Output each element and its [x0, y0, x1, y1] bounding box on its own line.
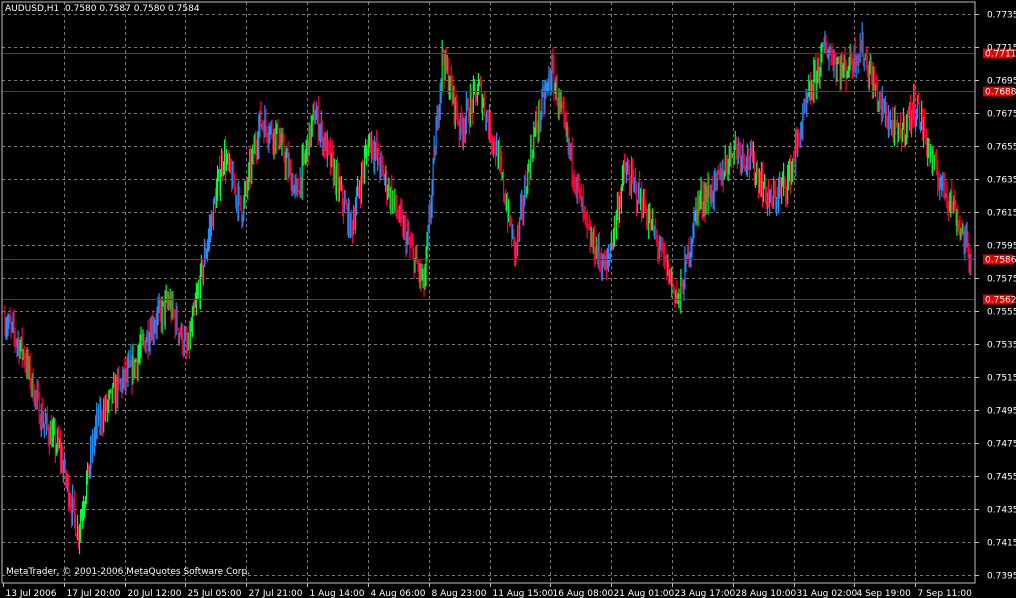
x-tick-label: 16 Aug 08:00: [553, 589, 614, 598]
x-tick-label: 28 Aug 10:00: [736, 589, 797, 598]
x-tick-label: 27 Jul 21:00: [249, 589, 303, 598]
x-tick-label: 7 Sep 11:00: [918, 589, 973, 598]
symbol-label: AUDUSD,H1: [5, 4, 60, 14]
x-tick-label: 4 Sep 19:00: [857, 589, 912, 598]
y-tick-label: 0.7655: [987, 143, 1016, 153]
x-tick-label: 1 Aug 14:00: [310, 589, 365, 598]
x-tick-label: 17 Jul 20:00: [67, 589, 121, 598]
x-tick-label: 20 Jul 12:00: [128, 589, 182, 598]
y-tick-label: 0.7555: [987, 308, 1016, 318]
y-tick-label: 0.7535: [987, 341, 1016, 351]
y-tick-label: 0.7615: [987, 209, 1016, 219]
x-tick-label: 11 Aug 15:00: [493, 589, 554, 598]
y-tick-label: 0.7475: [987, 440, 1016, 450]
chart-window: 0.7711 0.7688 0.7586 0.7562 0.7735 0.7715 0.7…: [0, 0, 1016, 598]
x-tick-label: 31 Aug 02:00: [797, 589, 858, 598]
y-tick-label: 0.7435: [987, 506, 1016, 516]
plot-frame: [1, 1, 976, 584]
y-tick-label: 0.7455: [987, 473, 1016, 483]
y-tick-label: 0.7675: [987, 110, 1016, 120]
y-tick-label: 0.7395: [987, 572, 1016, 582]
y-tick-label: 0.7415: [987, 539, 1016, 549]
x-tick-label: 8 Aug 23:00: [432, 589, 487, 598]
y-tick-label: 0.7495: [987, 407, 1016, 417]
level-label: 0.7586: [985, 256, 1016, 266]
ohlc-values: 0.7580 0.7587 0.7580 0.7584: [65, 4, 200, 14]
price-bars: [4, 22, 972, 555]
x-tick-label: 23 Aug 17:00: [675, 589, 736, 598]
x-tick-label: 4 Aug 06:00: [371, 589, 426, 598]
price-chart[interactable]: 0.77110.76880.75860.7562 0.77350.77150.7…: [0, 0, 1016, 598]
y-tick-label: 0.7575: [987, 275, 1016, 285]
y-tick-label: 0.7515: [987, 374, 1016, 384]
chart-header: AUDUSD,H1 0.7580 0.7587 0.7580 0.7584: [5, 4, 200, 14]
y-tick-label: 0.7735: [987, 11, 1016, 21]
x-tick-label: 21 Aug 01:00: [614, 589, 675, 598]
horizontal-levels[interactable]: 0.77110.76880.75860.7562: [2, 48, 1016, 306]
x-tick-label: 13 Jul 2006: [6, 589, 57, 598]
level-label: 0.7562: [985, 296, 1016, 306]
y-tick-label: 0.7595: [987, 242, 1016, 252]
level-label: 0.7688: [985, 88, 1016, 98]
y-tick-label: 0.7715: [987, 44, 1016, 54]
grid: [2, 2, 975, 583]
y-tick-label: 0.7635: [987, 176, 1016, 186]
y-tick-label: 0.7695: [987, 77, 1016, 87]
x-tick-label: 25 Jul 05:00: [188, 589, 242, 598]
copyright-label: MetaTrader, © 2001-2006 MetaQuotes Softw…: [6, 567, 251, 577]
